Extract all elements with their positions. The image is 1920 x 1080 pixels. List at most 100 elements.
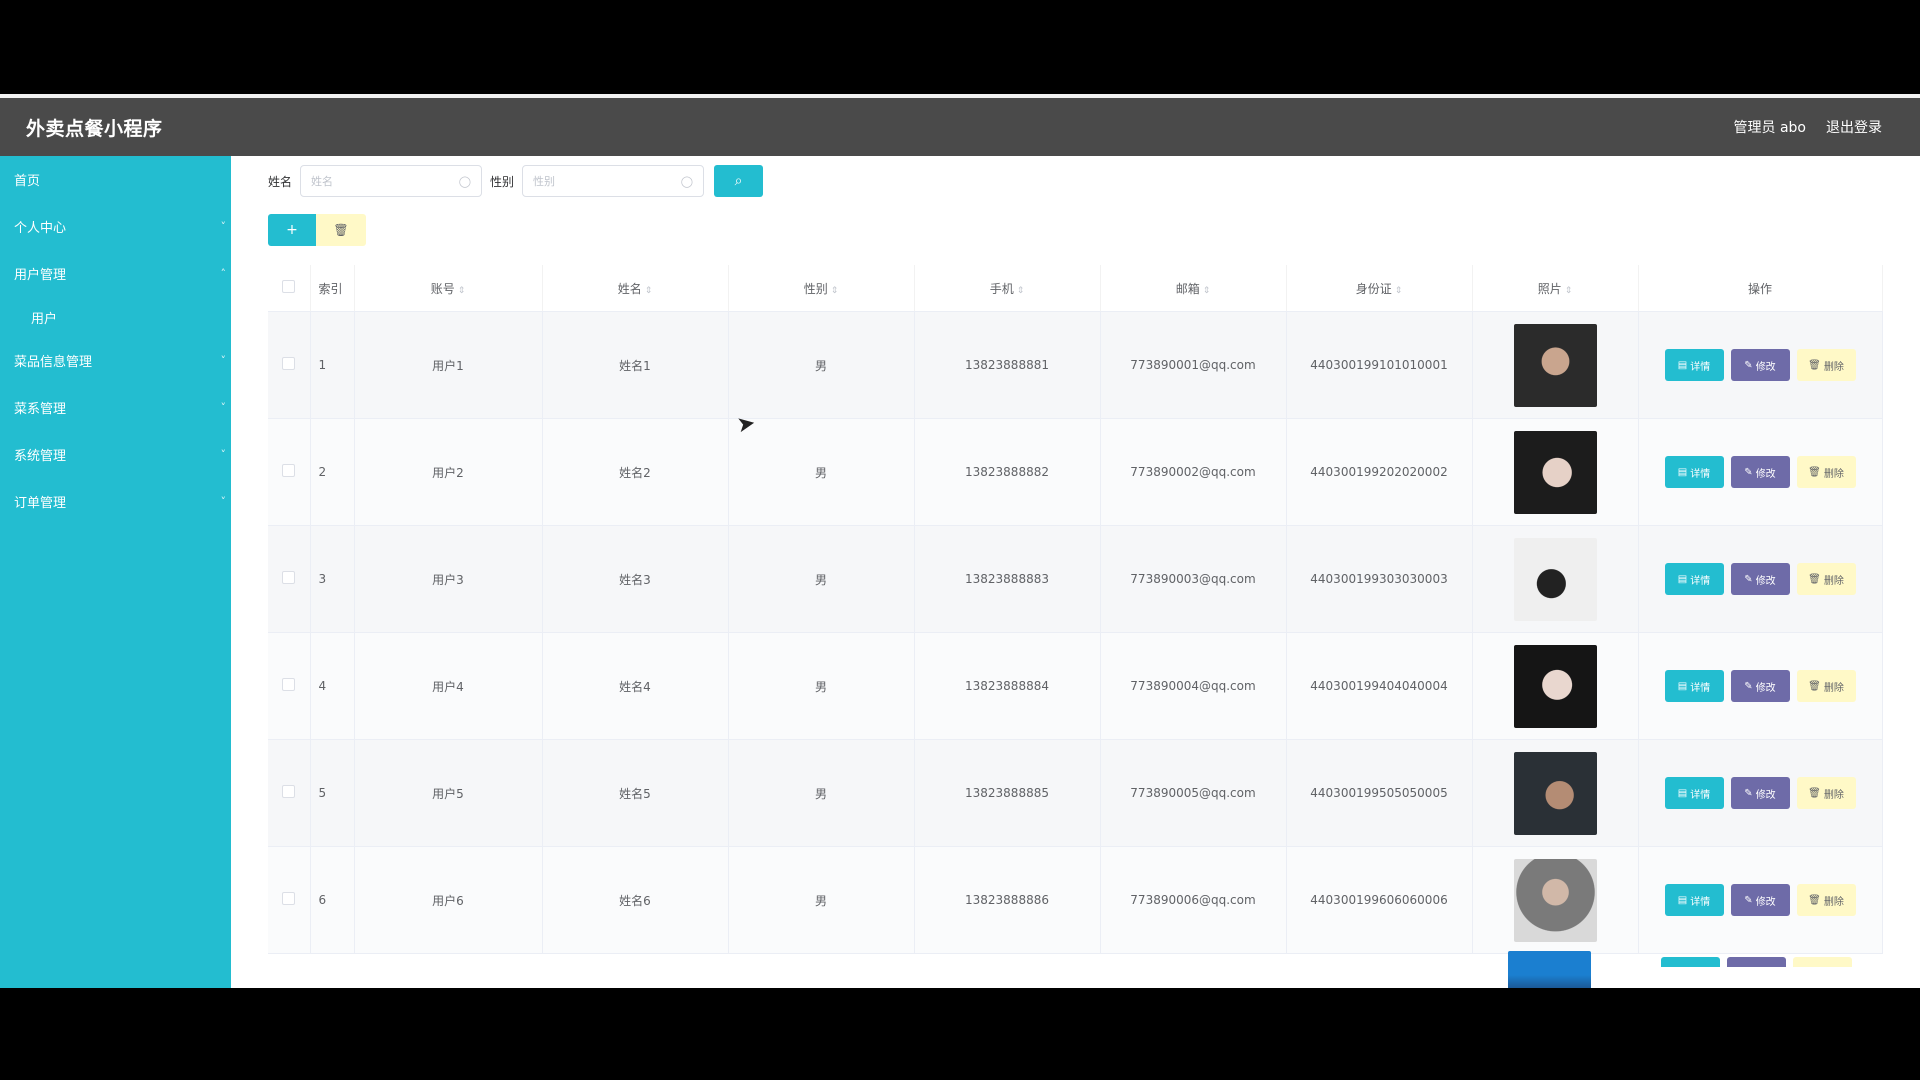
detail-button[interactable]: ▤ 详情: [1664, 349, 1724, 381]
cell-phone: 13823888886: [914, 846, 1101, 954]
delete-button[interactable]: 🗑 删除: [1796, 670, 1856, 702]
gender-search-input[interactable]: 性别 ◯: [522, 165, 705, 197]
edit-button-partial[interactable]: [1727, 957, 1786, 967]
column-header-name[interactable]: 姓名 ⇕: [542, 265, 729, 312]
select-all-header[interactable]: [268, 265, 311, 312]
column-header-photo[interactable]: 照片 ⇕: [1472, 265, 1639, 312]
trash-icon: 🗑: [1808, 573, 1821, 585]
edit-button[interactable]: ✎ 修改: [1730, 563, 1790, 595]
sort-icon[interactable]: ⇕: [1565, 286, 1573, 296]
column-header-email[interactable]: 邮箱 ⇕: [1100, 265, 1287, 312]
delete-button[interactable]: 🗑 删除: [1796, 349, 1856, 381]
cell-photo: [1472, 632, 1639, 740]
edit-icon: ✎: [1744, 787, 1753, 799]
row-checkbox[interactable]: [282, 357, 296, 370]
table-row: 1 用户1 姓名1 男 13823888881 773890001@qq.com…: [268, 311, 1883, 419]
row-select[interactable]: [268, 418, 311, 526]
cell-phone: 13823888885: [914, 739, 1101, 847]
sidebar-item-system[interactable]: 系统管理 ˅: [0, 431, 231, 478]
column-header-id-card[interactable]: 身份证 ⇕: [1286, 265, 1473, 312]
delete-button[interactable]: 🗑 删除: [1796, 563, 1856, 595]
sidebar-item-users[interactable]: 用户: [0, 297, 231, 337]
row-select[interactable]: [268, 311, 311, 419]
sidebar-item-user-management[interactable]: 用户管理 ˄: [0, 250, 231, 297]
add-button[interactable]: +: [268, 214, 316, 246]
edit-icon: ✎: [1744, 466, 1753, 478]
sort-icon[interactable]: ⇕: [1203, 286, 1211, 296]
cell-index: 5: [310, 739, 355, 847]
sort-icon[interactable]: ⇕: [1017, 286, 1025, 296]
sort-icon[interactable]: ⇕: [831, 286, 839, 296]
row-checkbox[interactable]: [282, 571, 296, 584]
user-photo[interactable]: [1513, 644, 1597, 728]
document-icon: ▤: [1677, 894, 1688, 906]
user-photo[interactable]: [1513, 430, 1597, 514]
delete-button[interactable]: 🗑 删除: [1796, 884, 1856, 916]
edit-button[interactable]: ✎ 修改: [1730, 670, 1790, 702]
row-checkbox[interactable]: [282, 892, 296, 905]
sidebar-item-home[interactable]: 首页: [0, 156, 231, 203]
column-header-gender[interactable]: 性别 ⇕: [728, 265, 915, 312]
edit-button[interactable]: ✎ 修改: [1730, 777, 1790, 809]
row-checkbox[interactable]: [282, 785, 296, 798]
detail-button[interactable]: ▤ 详情: [1664, 563, 1724, 595]
row-select[interactable]: [268, 525, 311, 633]
sort-icon[interactable]: ⇕: [645, 286, 653, 296]
top-bar: 外卖点餐小程序 管理员 abo 退出登录: [0, 98, 1920, 156]
sidebar-item-label: 个人中心: [14, 221, 67, 236]
trash-icon: 🗑: [1808, 680, 1821, 692]
sidebar-item-orders[interactable]: 订单管理 ˅: [0, 478, 231, 525]
user-photo[interactable]: [1513, 537, 1597, 621]
row-select[interactable]: [268, 739, 311, 847]
delete-button[interactable]: 🗑 删除: [1796, 777, 1856, 809]
sort-icon[interactable]: ⇕: [1395, 286, 1403, 296]
detail-button[interactable]: ▤ 详情: [1664, 777, 1724, 809]
delete-button[interactable]: 🗑 删除: [1796, 456, 1856, 488]
search-icon: ◯: [458, 174, 472, 188]
cell-actions: ▤ 详情 ✎ 修改 🗑 删除: [1638, 311, 1883, 419]
sidebar-item-label: 首页: [14, 174, 41, 189]
row-select[interactable]: [268, 846, 311, 954]
sidebar-item-cuisine[interactable]: 菜系管理 ˅: [0, 384, 231, 431]
user-photo-partial[interactable]: [1508, 951, 1591, 988]
edit-icon: ✎: [1744, 894, 1753, 906]
cell-account: 用户6: [354, 846, 543, 954]
row-checkbox[interactable]: [282, 678, 296, 691]
detail-button[interactable]: ▤ 详情: [1664, 884, 1724, 916]
detail-button-partial[interactable]: [1661, 957, 1720, 967]
user-photo[interactable]: [1513, 858, 1597, 942]
sidebar-item-personal-center[interactable]: 个人中心 ˅: [0, 203, 231, 250]
document-icon: ▤: [1677, 466, 1688, 478]
cell-account: 用户4: [354, 632, 543, 740]
delete-label: 删除: [1823, 575, 1844, 587]
cell-email: 773890006@qq.com: [1100, 846, 1287, 954]
cell-index: 1: [310, 311, 355, 419]
user-photo[interactable]: [1513, 323, 1597, 407]
column-header-phone[interactable]: 手机 ⇕: [914, 265, 1101, 312]
logout-link[interactable]: 退出登录: [1826, 117, 1882, 137]
search-button[interactable]: ⌕: [714, 165, 764, 197]
row-select[interactable]: [268, 632, 311, 740]
detail-button[interactable]: ▤ 详情: [1664, 456, 1724, 488]
cell-name: 姓名5: [542, 739, 729, 847]
chevron-up-icon: ˄: [220, 267, 227, 280]
edit-button[interactable]: ✎ 修改: [1730, 349, 1790, 381]
sort-icon[interactable]: ⇕: [458, 286, 466, 296]
name-search-input[interactable]: 姓名 ◯: [300, 165, 483, 197]
search-icon: ⌕: [734, 173, 743, 189]
edit-button[interactable]: ✎ 修改: [1730, 884, 1790, 916]
sidebar-item-dish-info[interactable]: 菜品信息管理 ˅: [0, 337, 231, 384]
sidebar-item-label: 菜系管理: [14, 402, 67, 417]
detail-button[interactable]: ▤ 详情: [1664, 670, 1724, 702]
batch-delete-button[interactable]: 🗑: [316, 214, 366, 246]
chevron-down-icon: ˅: [220, 220, 227, 233]
edit-button[interactable]: ✎ 修改: [1730, 456, 1790, 488]
row-checkbox[interactable]: [282, 464, 296, 477]
user-photo[interactable]: [1513, 751, 1597, 835]
edit-label: 修改: [1755, 789, 1776, 801]
cell-photo: [1472, 311, 1639, 419]
delete-button-partial[interactable]: [1793, 957, 1852, 967]
column-header-account[interactable]: 账号 ⇕: [354, 265, 543, 312]
select-all-checkbox[interactable]: [282, 280, 296, 293]
cell-actions: ▤ 详情 ✎ 修改 🗑 删除: [1638, 525, 1883, 633]
